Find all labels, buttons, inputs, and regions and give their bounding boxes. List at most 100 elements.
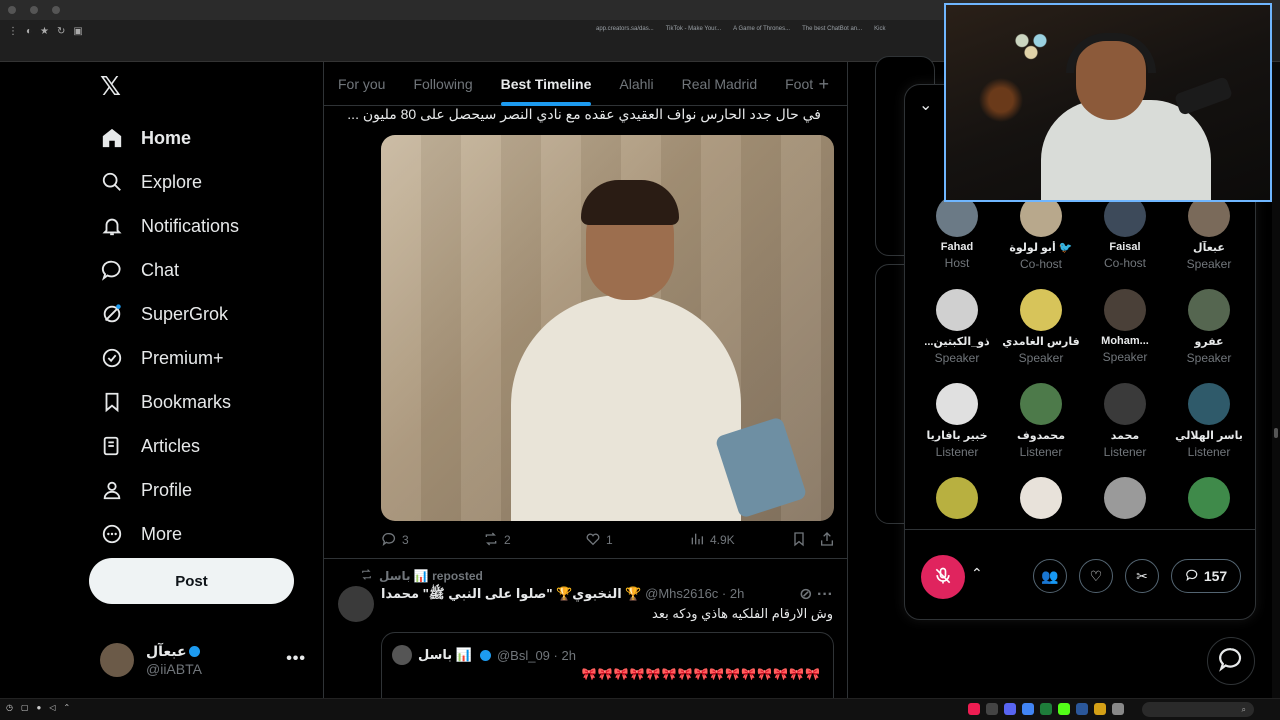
tab-for-you[interactable]: For you [338, 62, 385, 106]
nav-articles[interactable]: Articles [100, 424, 239, 468]
views-action[interactable]: 4.9K [689, 531, 735, 550]
quoted-tweet[interactable]: باسل 📊 @Bsl_09 · 2h 🎀🎀🎀🎀🎀🎀🎀🎀🎀🎀🎀🎀🎀🎀🎀 [381, 632, 834, 698]
window-dot[interactable] [30, 6, 38, 14]
participant[interactable]: خبير بافاريا Listener [915, 383, 999, 459]
participant[interactable]: Fahad Host [915, 195, 999, 270]
bookmark-item[interactable]: Kick [874, 26, 885, 32]
messages-fab[interactable] [1207, 637, 1255, 685]
bookmark-item[interactable]: A Game of Thrones... [733, 26, 790, 32]
verified-badge-icon [188, 646, 200, 657]
participant[interactable]: Moham... Speaker [1083, 289, 1167, 364]
tweet-photo[interactable] [381, 135, 834, 521]
chevron-up-icon[interactable]: ⌃ [971, 565, 983, 582]
puzzle-icon[interactable]: ▣ [73, 26, 82, 37]
tiktok-icon[interactable] [968, 703, 980, 715]
participant[interactable] [1167, 477, 1251, 523]
more-dots-icon[interactable]: ⊘ ··· [799, 584, 833, 604]
share-action[interactable] [819, 531, 835, 550]
tweet-author-name[interactable]: النخبوي🏆 "صلوا على النبي ﷺ" محمدا 🏆 [381, 586, 642, 601]
tab-alahli[interactable]: Alahli [619, 62, 653, 106]
people-button[interactable]: 👥 [1033, 559, 1067, 593]
tab-foot[interactable]: Foot [785, 62, 813, 106]
nav-profile[interactable]: Profile [100, 468, 239, 512]
participant[interactable]: Faisal Co-host [1083, 195, 1167, 270]
nav-explore[interactable]: Explore [100, 160, 239, 204]
add-tab-icon[interactable]: + [818, 74, 829, 95]
nav-bookmarks[interactable]: Bookmarks [100, 380, 239, 424]
reload-icon[interactable]: ↻ [57, 26, 65, 37]
like-action[interactable]: 1 [585, 531, 613, 550]
scrollbar-thumb[interactable] [1274, 428, 1278, 438]
chevron-down-icon[interactable]: ⌄ [919, 95, 932, 115]
nav-premium[interactable]: Premium+ [100, 336, 239, 380]
folder-icon[interactable] [1094, 703, 1106, 715]
tab-real-madrid[interactable]: Real Madrid [682, 62, 757, 106]
participant-name: محمدوف [1016, 430, 1066, 442]
tab-best-timeline[interactable]: Best Timeline [500, 62, 591, 106]
star-icon[interactable]: ★ [40, 26, 49, 37]
participant[interactable]: ...ذو_الكبتين Speaker [915, 289, 999, 365]
bookmark-item[interactable]: app.creators.sa/das... [596, 26, 654, 32]
window-icon[interactable]: ▢ [21, 703, 29, 712]
menu-icon[interactable]: ⋮ [8, 26, 18, 37]
account-switcher[interactable]: عبعآل @iiABTA ••• [100, 638, 310, 682]
bookmark-item[interactable]: The best ChatBot an... [802, 26, 862, 32]
chevron-up-icon[interactable]: ⌃ [64, 703, 71, 712]
nav-notifications[interactable]: Notifications [100, 204, 239, 248]
participant[interactable] [915, 477, 999, 523]
nav-home[interactable]: Home [100, 116, 239, 160]
clip-button[interactable]: ✂ [1125, 559, 1159, 593]
nav-label: Premium+ [141, 347, 224, 368]
volume-icon[interactable]: ◁ [49, 703, 55, 712]
avatar [936, 289, 978, 331]
bookmarks-bar: app.creators.sa/das... TikTok - Make You… [596, 26, 885, 32]
bookmark-item[interactable]: TikTok - Make Your... [666, 26, 721, 32]
x-logo-icon[interactable]: 𝕏 [100, 72, 121, 102]
participant[interactable]: عفرو Speaker [1167, 289, 1251, 365]
word-icon[interactable] [1076, 703, 1088, 715]
app-icon[interactable] [986, 703, 998, 715]
timeline-column: For you Following Best Timeline Alahli R… [323, 62, 848, 698]
tweet-handle-time[interactable]: @Mhs2616c · 2h [645, 586, 744, 601]
avatar[interactable] [338, 586, 374, 622]
participant[interactable]: باسر الهلالي Listener [1167, 383, 1251, 459]
participant[interactable] [999, 477, 1083, 523]
participant[interactable] [1083, 477, 1167, 523]
reply-icon [381, 531, 397, 550]
post-button[interactable]: Post [89, 558, 294, 604]
account-handle: @iiABTA [146, 661, 202, 677]
mic-icon[interactable]: ● [37, 703, 42, 712]
clock-icon: ◷ [6, 703, 13, 712]
window-dot[interactable] [52, 6, 60, 14]
react-button[interactable]: ♡ [1079, 559, 1113, 593]
taskbar-search[interactable]: ⌕ [1142, 702, 1254, 717]
bookmark-action[interactable] [791, 531, 807, 550]
participant-name: عبعآل [1193, 242, 1225, 254]
extension-icon[interactable]: ◐ [26, 26, 32, 37]
mic-muted-button[interactable] [921, 555, 965, 599]
discord-icon[interactable] [1004, 703, 1016, 715]
chrome-icon[interactable] [1022, 703, 1034, 715]
more-circle-icon [100, 522, 124, 546]
participant-role: Speaker [1186, 351, 1232, 365]
more-dots-icon[interactable]: ••• [286, 650, 306, 668]
person-icon [100, 478, 124, 502]
participant[interactable]: عبعآل Speaker [1167, 195, 1251, 271]
app-icon[interactable] [1112, 703, 1124, 715]
avatar [1104, 383, 1146, 425]
excel-icon[interactable] [1040, 703, 1052, 715]
participant[interactable]: أبو لولوة 🐦 Co-host [999, 195, 1083, 271]
kick-icon[interactable] [1058, 703, 1070, 715]
nav-supergrok[interactable]: SuperGrok [100, 292, 239, 336]
tab-following[interactable]: Following [413, 62, 472, 106]
window-dot[interactable] [8, 6, 16, 14]
reply-action[interactable]: 3 [381, 531, 409, 550]
nav-more[interactable]: More [100, 512, 239, 556]
nav-chat[interactable]: Chat [100, 248, 239, 292]
participant[interactable]: فارس الغامدي Speaker [999, 289, 1083, 365]
participant[interactable]: محمدوف Listener [999, 383, 1083, 459]
repost-action[interactable]: 2 [483, 531, 511, 550]
page-scrollbar[interactable] [1272, 62, 1280, 698]
comments-button[interactable]: 157 [1171, 559, 1241, 593]
participant[interactable]: محمد Listener [1083, 383, 1167, 459]
